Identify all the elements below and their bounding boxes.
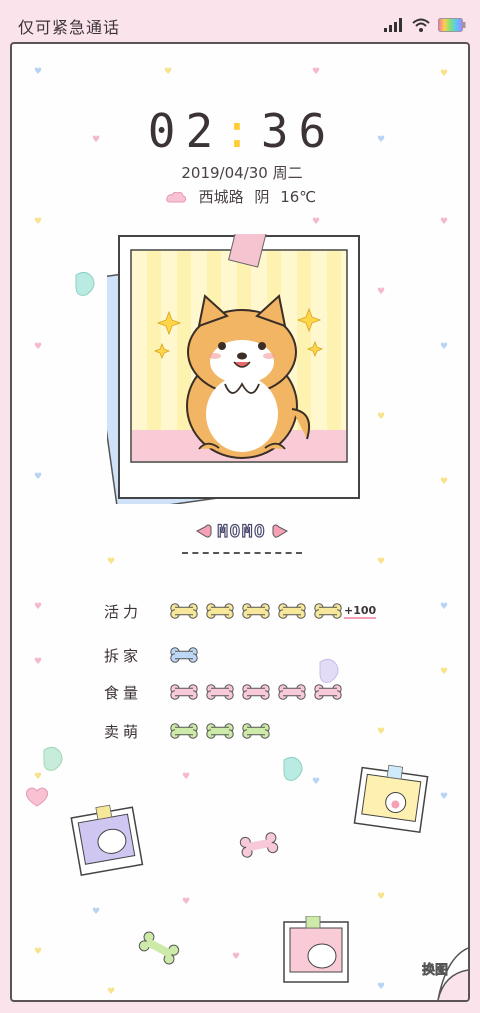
stat-label: 食量 xyxy=(104,683,143,702)
svg-text:♥: ♥ xyxy=(440,667,448,677)
mini-photo-dog xyxy=(283,916,349,983)
svg-text:♥: ♥ xyxy=(440,217,448,227)
bone-meter xyxy=(170,722,270,740)
svg-text:♥: ♥ xyxy=(182,772,190,782)
page-curl-icon: 换图 xyxy=(422,947,468,1000)
heart-icon xyxy=(196,524,212,538)
svg-text:♥: ♥ xyxy=(34,657,42,667)
svg-text:♥: ♥ xyxy=(34,472,42,482)
weather-line: 西城路 阴 16℃ xyxy=(12,186,468,207)
lockscreen-clock: 02:36 xyxy=(12,104,468,158)
cloud-icon xyxy=(166,191,186,203)
change-wallpaper-label: 换图 xyxy=(422,962,448,978)
candy-icon xyxy=(319,658,339,683)
svg-text:♥: ♥ xyxy=(377,892,385,902)
svg-text:♥: ♥ xyxy=(107,987,115,997)
stat-row-vitality: 活力 +100 xyxy=(104,597,377,625)
svg-text:♥: ♥ xyxy=(312,217,320,227)
mini-photo-paw-print xyxy=(353,764,429,834)
status-bar: 仅可紧急通话 xyxy=(0,0,480,44)
svg-text:♥: ♥ xyxy=(440,477,448,487)
svg-text:♥: ♥ xyxy=(377,557,385,567)
bone-icon xyxy=(206,723,234,739)
bone-meter xyxy=(170,602,342,620)
weather-location: 西城路 xyxy=(198,188,244,206)
stat-bonus: +100 xyxy=(344,603,377,619)
clock-minute: 36 xyxy=(260,104,337,158)
bone-icon xyxy=(242,723,270,739)
weather-condition: 阴 xyxy=(254,188,270,206)
svg-text:♥: ♥ xyxy=(182,897,190,907)
svg-text:♥: ♥ xyxy=(92,907,100,917)
svg-text:♥: ♥ xyxy=(34,67,42,77)
battery-icon xyxy=(438,18,466,32)
svg-text:♥: ♥ xyxy=(312,777,320,787)
bone-icon xyxy=(170,603,198,619)
svg-text:♥: ♥ xyxy=(440,69,448,79)
wifi-icon xyxy=(412,18,430,32)
bone-icon xyxy=(314,603,342,619)
svg-text:♥: ♥ xyxy=(34,217,42,227)
dog-photo[interactable] xyxy=(107,234,367,504)
stat-row-appetite: 食量 xyxy=(104,678,342,706)
mini-photo-paw xyxy=(70,804,144,877)
svg-text:♥: ♥ xyxy=(107,557,115,567)
bone-icon xyxy=(278,684,306,700)
pink-bone-icon xyxy=(239,832,279,858)
date-text: 2019/04/30 周二 xyxy=(181,164,303,182)
candy-icon xyxy=(283,756,303,781)
name-underline xyxy=(182,552,302,554)
candy-icon xyxy=(75,271,95,296)
clock-separator: : xyxy=(223,104,261,158)
stat-label: 拆家 xyxy=(104,646,143,665)
svg-text:♥: ♥ xyxy=(164,67,172,77)
svg-text:♥: ♥ xyxy=(440,602,448,612)
lockscreen-card: ♥ ♥ ♥ ♥ ♥ ♥ ♥ ♥ ♥ ♥ ♥ ♥ ♥ ♥ ♥ ♥ ♥ ♥ ♥ ♥ … xyxy=(10,42,470,1002)
svg-text:♥: ♥ xyxy=(377,287,385,297)
clock-hour: 02 xyxy=(147,104,224,158)
stat-label: 活力 xyxy=(104,602,143,621)
carrier-text: 仅可紧急通话 xyxy=(18,18,121,37)
status-icons xyxy=(384,16,466,34)
candy-icon xyxy=(43,746,63,771)
change-wallpaper-button[interactable]: 换图 xyxy=(408,940,468,1000)
stat-label: 卖萌 xyxy=(104,722,143,741)
heart-icon xyxy=(272,524,288,538)
svg-text:♥: ♥ xyxy=(232,952,240,962)
svg-text:♥: ♥ xyxy=(377,982,385,992)
stat-row-destruction: 拆家 xyxy=(104,641,198,669)
svg-text:♥: ♥ xyxy=(312,67,320,77)
svg-text:♥: ♥ xyxy=(440,792,448,802)
green-bone-icon xyxy=(138,931,180,965)
bone-meter xyxy=(170,646,198,664)
bone-icon xyxy=(170,647,198,663)
svg-text:♥: ♥ xyxy=(34,602,42,612)
bone-icon xyxy=(206,603,234,619)
bone-icon xyxy=(242,603,270,619)
svg-text:♥: ♥ xyxy=(377,727,385,737)
bone-icon xyxy=(170,723,198,739)
pet-name-row: MOMO xyxy=(12,521,468,543)
svg-text:♥: ♥ xyxy=(34,342,42,352)
signal-icon xyxy=(384,18,402,32)
bone-icon xyxy=(170,684,198,700)
bone-icon xyxy=(206,684,234,700)
weather-temperature: 16℃ xyxy=(280,188,317,206)
pet-name: MOMO xyxy=(217,521,267,542)
svg-text:♥: ♥ xyxy=(440,342,448,352)
bone-icon xyxy=(242,684,270,700)
stat-row-cuteness: 卖萌 xyxy=(104,717,270,745)
svg-text:♥: ♥ xyxy=(377,412,385,422)
svg-text:♥: ♥ xyxy=(34,947,42,957)
bone-icon xyxy=(278,603,306,619)
candy-icon xyxy=(26,787,48,807)
